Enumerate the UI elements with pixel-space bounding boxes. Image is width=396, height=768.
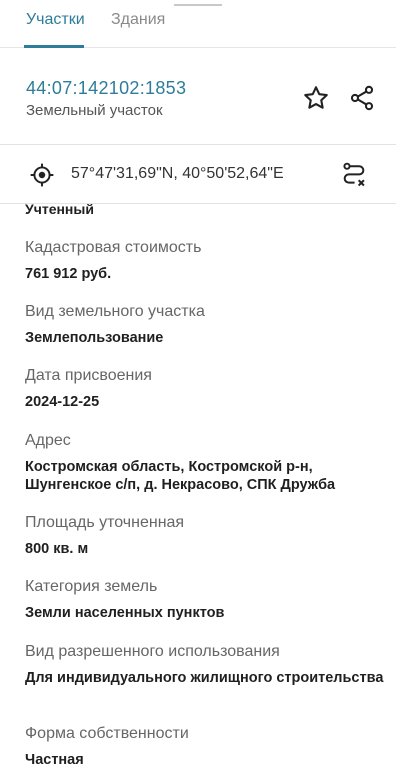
- field-label: Вид земельного участка: [25, 303, 205, 320]
- coordinates-bar: 57°47'31,69"N, 40°50'52,64"E: [0, 145, 396, 203]
- field-value: Костромская область, Костромской р-н, Шу…: [25, 459, 336, 493]
- field-label: Категория земель: [25, 578, 158, 595]
- field-label: Адрес: [25, 432, 71, 449]
- share-button[interactable]: [346, 82, 378, 114]
- field-permitted-use: Вид разрешенного использования Для индив…: [25, 642, 385, 687]
- cadastral-number[interactable]: 44:07:142102:1853: [26, 78, 186, 99]
- field-label: Площадь уточненная: [25, 514, 185, 531]
- field-value: 2024-12-25: [25, 394, 100, 410]
- field-land-kind: Вид земельного участка Землепользование: [25, 302, 385, 347]
- field-area: Площадь уточненная 800 кв. м: [25, 513, 385, 558]
- field-label: Дата присвоения: [25, 367, 152, 384]
- share-icon: [350, 85, 374, 111]
- field-address: Адрес Костромская область, Костромской р…: [25, 431, 385, 494]
- coordinates-text[interactable]: 57°47'31,69"N, 40°50'52,64"E: [71, 165, 284, 183]
- field-label: Кадастровая стоимость: [25, 239, 202, 256]
- status-value: Учтенный: [25, 204, 94, 217]
- field-cadastral-value: Кадастровая стоимость 761 912 руб.: [25, 238, 385, 283]
- field-value: Для индивидуального жилищного строительс…: [25, 670, 384, 686]
- tab-bar: Участки Здания: [0, 0, 396, 48]
- details-list[interactable]: Учтенный Кадастровая стоимость 761 912 р…: [0, 204, 396, 768]
- field-assign-date: Дата присвоения 2024-12-25: [25, 366, 385, 411]
- object-type: Земельный участок: [26, 102, 163, 119]
- field-ownership: Форма собственности Частная: [25, 724, 385, 768]
- favorite-button[interactable]: [300, 82, 332, 114]
- star-outline-icon: [304, 86, 328, 109]
- crosshair-icon: [30, 163, 54, 187]
- tab-buildings[interactable]: Здания: [111, 11, 165, 29]
- route-icon: [343, 162, 365, 187]
- field-value: 761 912 руб.: [25, 266, 112, 282]
- field-value: Земли населенных пунктов: [25, 605, 225, 621]
- field-value: Землепользование: [25, 330, 164, 346]
- locate-button[interactable]: [26, 159, 58, 191]
- field-land-category: Категория земель Земли населенных пункто…: [25, 577, 385, 622]
- field-value: Частная: [25, 752, 84, 768]
- drag-handle[interactable]: [174, 0, 222, 6]
- field-value: 800 кв. м: [25, 541, 89, 557]
- object-header: 44:07:142102:1853 Земельный участок: [0, 48, 396, 144]
- field-label: Вид разрешенного использования: [25, 643, 280, 660]
- field-label: Форма собственности: [25, 725, 189, 742]
- route-button[interactable]: [338, 159, 370, 191]
- tab-plots[interactable]: Участки: [26, 11, 85, 29]
